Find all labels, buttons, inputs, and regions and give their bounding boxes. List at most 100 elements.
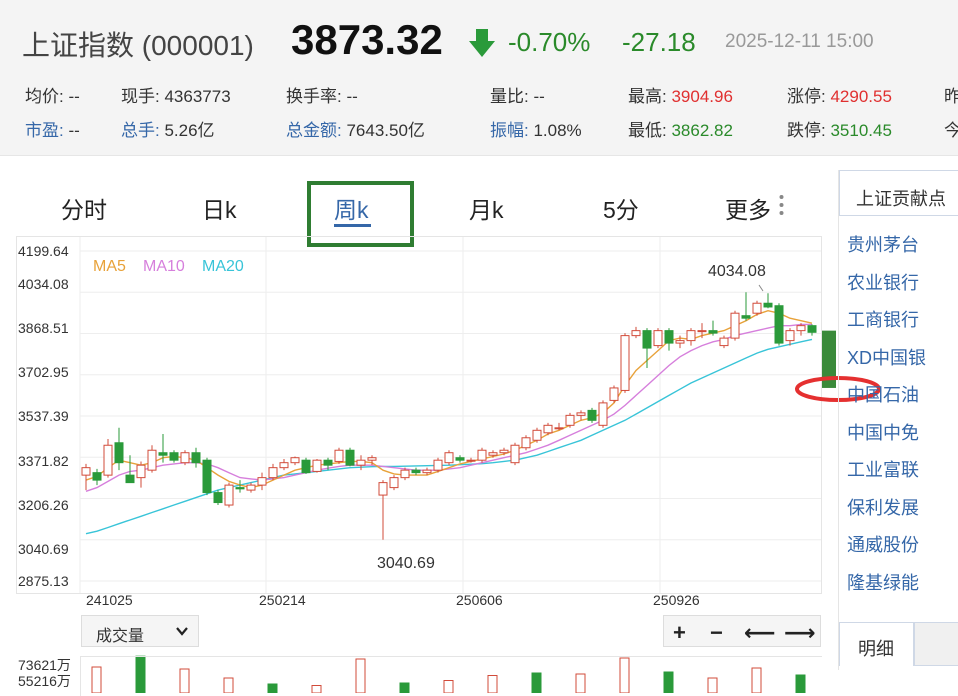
pan-left-button[interactable]: ⟵	[744, 620, 776, 646]
kline-chart[interactable]	[0, 0, 958, 693]
candle-body	[400, 469, 410, 479]
candle-body	[675, 340, 685, 344]
volume-chart-frame	[80, 656, 822, 696]
candle-body	[774, 305, 784, 344]
candle-body	[752, 302, 762, 314]
sidebar-item[interactable]: 中国中免	[847, 419, 919, 445]
x-tick: 250606	[456, 592, 503, 608]
candle-body	[312, 459, 322, 472]
candle-body	[290, 457, 300, 464]
sidebar-item[interactable]: 保利发展	[847, 494, 919, 520]
candle-body	[136, 464, 146, 479]
candle-body	[697, 330, 707, 333]
candle-body	[576, 412, 586, 416]
candle-body	[631, 330, 641, 337]
candle-body	[609, 387, 619, 401]
chart-controls: + − ⟵ ⟶	[663, 615, 821, 647]
candle-body	[510, 444, 520, 464]
candle-body	[807, 325, 817, 333]
y-tick: 2875.13	[18, 573, 69, 589]
sidebar-header: 上证贡献点	[839, 170, 958, 216]
candle-body	[378, 482, 388, 496]
candle-body	[301, 459, 311, 474]
indicator-select[interactable]: 成交量	[81, 615, 199, 647]
x-tick: 250214	[259, 592, 306, 608]
ma20-line	[85, 338, 813, 535]
candle-body	[642, 330, 652, 349]
x-tick: 241025	[86, 592, 133, 608]
candle-body	[257, 477, 267, 486]
candle-body	[433, 459, 443, 471]
candle-body	[521, 437, 531, 449]
legend-ma10: MA10	[143, 258, 185, 275]
candle-body	[213, 492, 223, 504]
candle-body	[235, 487, 245, 490]
high-pointer	[758, 284, 764, 292]
low-price-label: 3040.69	[377, 555, 435, 572]
y-tick: 3206.26	[18, 497, 69, 513]
sidebar-item[interactable]: 工商银行	[847, 306, 919, 332]
y-tick: 3702.95	[18, 364, 69, 380]
candle-body	[664, 330, 674, 344]
candle-body	[598, 402, 608, 426]
candle-body	[488, 452, 498, 456]
candle-body	[708, 330, 718, 334]
candle-body	[224, 484, 234, 506]
indicator-select-label: 成交量	[96, 628, 145, 645]
candle-body	[202, 459, 212, 494]
candle-body	[279, 462, 289, 469]
candle-body	[411, 469, 421, 474]
candle-body	[334, 449, 344, 462]
candle-body	[532, 429, 542, 441]
tab-detail[interactable]: 明细	[839, 622, 914, 666]
candle-body	[499, 449, 509, 454]
sidebar-item[interactable]: XD中国银	[847, 344, 926, 370]
candle-body	[180, 452, 190, 464]
candle-body	[455, 457, 465, 461]
sidebar-item[interactable]: 通威股份	[847, 531, 919, 557]
y-tick: 3371.82	[18, 453, 69, 469]
y-tick: 4199.64	[18, 243, 69, 259]
candle-body	[444, 452, 454, 464]
ma10-line	[85, 323, 812, 492]
legend-ma5: MA5	[93, 258, 126, 275]
sidebar-item[interactable]: 贵州茅台	[847, 231, 919, 257]
candle-body	[268, 467, 278, 479]
candle-body	[543, 424, 553, 434]
candle-body	[92, 472, 102, 481]
candle-body	[422, 469, 432, 474]
candle-body	[147, 449, 157, 471]
candle-body	[730, 312, 740, 339]
legend-ma20: MA20	[202, 258, 244, 275]
sidebar-item[interactable]: 工业富联	[847, 456, 919, 482]
candle-body	[796, 325, 806, 332]
y-tick: 3868.51	[18, 320, 69, 336]
candle-body	[323, 459, 333, 466]
zoom-in-button[interactable]: +	[673, 620, 686, 646]
chevron-down-icon	[176, 627, 188, 636]
candle-body	[125, 474, 135, 484]
candle-body	[389, 477, 399, 489]
tab-secondary[interactable]	[914, 622, 958, 666]
candle-body	[466, 459, 476, 462]
candle-body	[741, 315, 751, 319]
candle-body	[191, 452, 201, 464]
sidebar-item[interactable]: 农业银行	[847, 269, 919, 295]
high-price-label: 4034.08	[708, 263, 766, 280]
y-tick: 3040.69	[18, 541, 69, 557]
zoom-out-button[interactable]: −	[710, 620, 723, 646]
candle-body	[158, 452, 168, 456]
candle-body	[554, 427, 564, 430]
candle-body	[686, 330, 696, 342]
sidebar-item[interactable]: 隆基绿能	[847, 569, 919, 595]
pan-right-button[interactable]: ⟶	[784, 620, 816, 646]
candle-body	[620, 335, 630, 391]
sidebar-divider	[838, 170, 839, 670]
y-tick: 3537.39	[18, 408, 69, 424]
candle-body	[785, 330, 795, 342]
candle-body	[587, 409, 597, 421]
sidebar-item[interactable]: 中国石油	[847, 381, 919, 407]
candle-body	[653, 330, 663, 347]
candle-body	[565, 414, 575, 426]
candle-body	[763, 302, 773, 308]
